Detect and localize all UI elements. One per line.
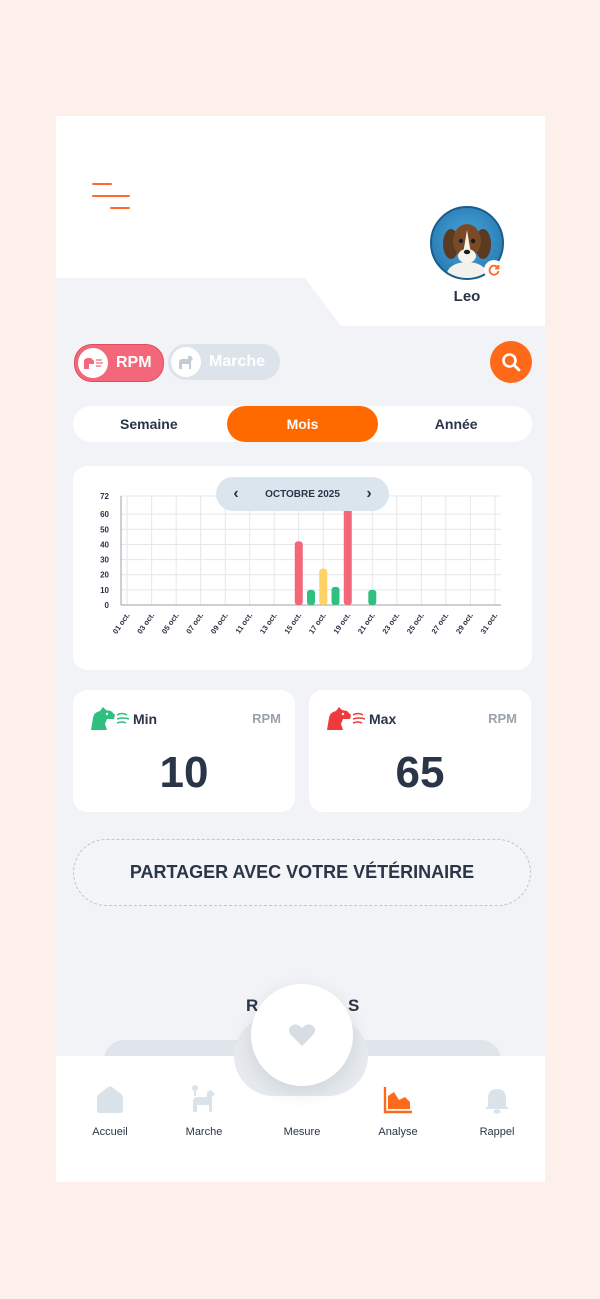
y-tick-label: 30 xyxy=(100,556,109,565)
nav-rappel-label: Rappel xyxy=(479,1126,515,1138)
x-tick-label: 11 oct. xyxy=(234,611,255,635)
x-tick-label: 01 oct. xyxy=(111,611,132,636)
chart-bar xyxy=(294,541,303,605)
min-unit: RPM xyxy=(252,711,281,726)
min-stat-card: Min RPM 10 xyxy=(73,690,295,812)
period-selector: Semaine Mois Année xyxy=(73,406,532,442)
min-value: 10 xyxy=(159,748,209,797)
search-icon xyxy=(502,353,521,372)
y-tick-label: 50 xyxy=(100,525,109,534)
y-tick-label: 72 xyxy=(100,492,109,501)
menu-icon[interactable] xyxy=(92,183,132,213)
marche-toggle-label: Marche xyxy=(209,353,266,370)
dog-walk-icon xyxy=(171,347,201,377)
x-tick-label: 25 oct. xyxy=(405,611,426,636)
y-tick-label: 60 xyxy=(100,510,109,519)
x-tick-label: 05 oct. xyxy=(160,611,181,636)
min-title: Min xyxy=(133,711,158,727)
pet-name: Leo xyxy=(453,288,481,305)
nav-mesure-label: Mesure xyxy=(283,1126,321,1138)
nav-mesure[interactable]: Mesure xyxy=(262,1082,342,1138)
y-tick-label: 20 xyxy=(100,571,109,580)
tab-month[interactable]: Mois xyxy=(226,406,379,442)
nav-analyse[interactable]: Analyse xyxy=(358,1082,438,1138)
app-screen: Leo RPM Marche Semaine Mois Année 72 60 50… xyxy=(56,116,545,1182)
dog-breath-green-icon xyxy=(91,707,130,730)
header-profile-tab xyxy=(296,266,545,326)
nav-accueil[interactable]: Accueil xyxy=(70,1082,150,1138)
x-tick-label: 17 oct. xyxy=(307,611,328,636)
x-tick-label: 07 oct. xyxy=(184,611,205,636)
x-tick-label: 21 oct. xyxy=(356,611,377,636)
search-button[interactable] xyxy=(490,341,532,383)
nav-marche[interactable]: Marche xyxy=(164,1082,244,1138)
x-tick-label: 09 oct. xyxy=(209,611,230,636)
prev-month-button[interactable]: ‹ xyxy=(228,485,244,503)
max-title: Max xyxy=(369,711,397,727)
x-tick-label: 27 oct. xyxy=(429,611,450,636)
nav-accueil-label: Accueil xyxy=(92,1126,128,1138)
x-tick-label: 23 oct. xyxy=(380,611,401,636)
tab-week[interactable]: Semaine xyxy=(73,406,225,442)
next-month-button[interactable]: › xyxy=(361,485,377,503)
share-with-vet-button[interactable]: PARTAGER AVEC VOTRE VÉTÉRINAIRE xyxy=(73,839,531,906)
y-tick-label: 0 xyxy=(105,601,110,610)
chart-bar xyxy=(319,568,328,605)
dog-breath-red-icon xyxy=(327,707,366,730)
x-tick-label: 15 oct. xyxy=(282,611,303,636)
dog-breath-icon xyxy=(78,348,108,378)
max-value: 65 xyxy=(395,748,445,797)
month-label: OCTOBRE 2025 xyxy=(265,488,340,500)
max-stat-card: Max RPM 65 xyxy=(309,690,531,812)
y-tick-label: 40 xyxy=(100,540,109,549)
rpm-toggle-label: RPM xyxy=(116,354,152,371)
x-tick-label: 13 oct. xyxy=(258,611,279,636)
chart-bar xyxy=(307,589,315,605)
pet-avatar-button[interactable] xyxy=(430,206,504,280)
marche-toggle[interactable]: Marche xyxy=(168,344,280,380)
nav-marche-label: Marche xyxy=(185,1126,223,1138)
home-icon xyxy=(97,1086,123,1113)
nav-analyse-label: Analyse xyxy=(378,1126,418,1138)
x-tick-label: 31 oct. xyxy=(479,611,500,636)
max-unit: RPM xyxy=(488,711,517,726)
x-tick-label: 03 oct. xyxy=(135,611,156,636)
refresh-icon[interactable] xyxy=(484,260,504,280)
analytics-chart-icon xyxy=(383,1087,412,1114)
tab-year[interactable]: Année xyxy=(380,406,532,442)
x-tick-label: 29 oct. xyxy=(454,611,475,636)
chart-bar xyxy=(331,586,340,605)
month-navigator: ‹ OCTOBRE 2025 › xyxy=(216,477,389,511)
measure-button[interactable] xyxy=(251,984,353,1086)
bell-icon xyxy=(485,1089,509,1114)
y-tick-label: 10 xyxy=(100,586,109,595)
hidden-title-right: S xyxy=(348,996,360,1015)
chart-bar xyxy=(343,506,352,605)
chart-bar xyxy=(368,589,377,605)
chart-card: 72 60 50 40 30 20 10 0 01 oct. 03 oct. 05 oct. 07 o… xyxy=(73,466,532,670)
x-tick-label: 19 oct. xyxy=(331,611,352,636)
nav-rappel[interactable]: Rappel xyxy=(457,1082,537,1138)
rpm-toggle[interactable]: RPM xyxy=(74,344,164,382)
heart-icon xyxy=(289,1024,315,1046)
dog-walk-icon xyxy=(192,1085,215,1112)
